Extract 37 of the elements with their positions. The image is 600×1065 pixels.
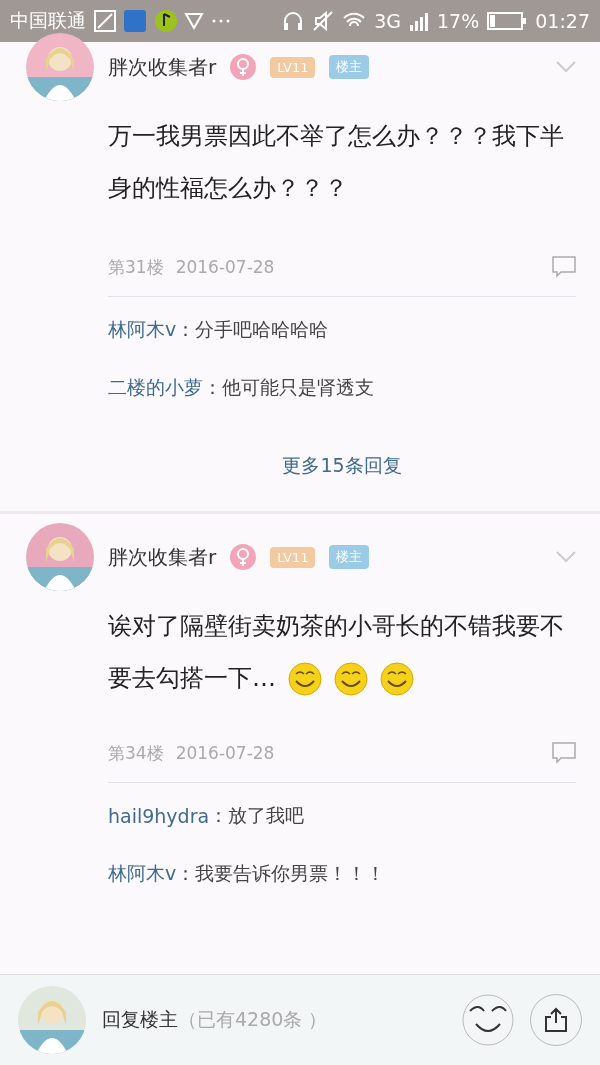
floor-number: 第31楼 <box>108 255 164 279</box>
share-icon <box>543 1007 569 1033</box>
level-badge: LV11 <box>270 56 316 78</box>
grinning-face-icon <box>380 662 414 696</box>
role-badge: 楼主 <box>329 55 370 79</box>
username[interactable]: 胖次收集者r <box>108 53 217 81</box>
chevron-down-icon[interactable] <box>556 551 576 563</box>
clock-time: 01:27 <box>535 10 590 32</box>
smiley-icon[interactable] <box>462 994 514 1046</box>
carrier-name: 中国联通 <box>10 8 86 33</box>
battery-percent: 17% <box>437 10 480 32</box>
grinning-face-icon <box>334 662 368 696</box>
grinning-face-icon <box>288 662 322 696</box>
role-badge: 楼主 <box>329 545 370 569</box>
reply-field[interactable]: 回复楼主（已有4280条 ） <box>102 1007 446 1033</box>
reply-text: 林阿木v：我要告诉你男票！！！ <box>108 861 387 886</box>
level-badge: LV11 <box>270 546 316 568</box>
post-date: 2016-07-28 <box>175 743 275 763</box>
network-type: 3G <box>374 10 401 32</box>
female-icon <box>230 54 257 80</box>
reply-text: 二楼的小萝：他可能只是肾透支 <box>108 375 375 400</box>
headphones-icon <box>282 10 305 32</box>
post-text: 万一我男票因此不举了怎么办？？？我下半身的性福怎么办？？？ <box>108 121 565 204</box>
reply-text: 林阿木v：分手吧哈哈哈哈 <box>108 317 330 342</box>
post-date: 2016-07-28 <box>175 257 275 277</box>
comment-icon[interactable] <box>552 742 576 764</box>
female-icon <box>230 544 257 570</box>
signal-icon <box>409 11 429 31</box>
post-text: 诶对了隔壁街卖奶茶的小哥长的不错我要不要去勾搭一下… <box>108 600 576 724</box>
chevron-down-icon[interactable] <box>556 61 576 73</box>
comment-icon[interactable] <box>552 256 576 278</box>
username[interactable]: 胖次收集者r <box>108 543 217 571</box>
battery-icon <box>487 11 528 31</box>
more-replies-link[interactable]: 更多15条回复 <box>282 454 402 476</box>
reply-text: hail9hydra：放了我吧 <box>108 803 306 829</box>
floor-number: 第34楼 <box>108 741 164 765</box>
mute-icon <box>312 10 335 32</box>
